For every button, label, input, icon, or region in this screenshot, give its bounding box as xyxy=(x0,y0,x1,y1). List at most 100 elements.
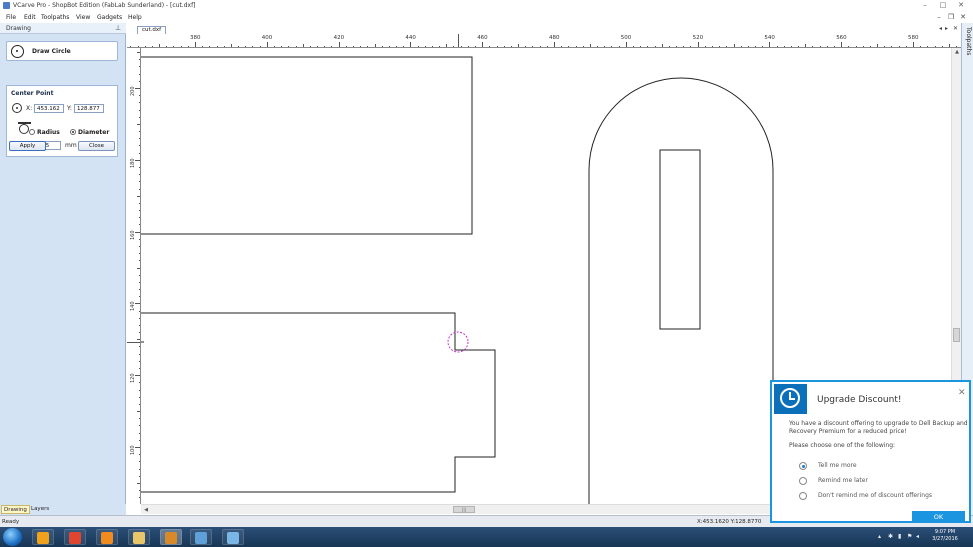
ruler-cursor-marker xyxy=(127,342,140,343)
clock-date: 3/27/2016 xyxy=(932,536,958,542)
option-dont-remind[interactable]: Don't remind me of discount offerings xyxy=(799,492,959,501)
close-button[interactable]: Close xyxy=(78,141,115,151)
vcarve-app-icon xyxy=(3,2,10,9)
center-y-input[interactable]: 128.877 xyxy=(74,104,104,113)
menu-file[interactable]: File xyxy=(6,14,16,21)
option-radio[interactable] xyxy=(799,477,807,485)
radius-label: Radius xyxy=(37,129,60,136)
tab-scroll-right-icon[interactable]: ▸ xyxy=(945,25,948,32)
ruler-label: 140 xyxy=(130,301,136,312)
taskbar-app-4[interactable] xyxy=(160,529,182,545)
tray-flag-icon[interactable]: ⚑ xyxy=(907,533,912,540)
option-radio[interactable] xyxy=(799,462,807,470)
taskbar-clock[interactable]: 9:07 PM 3/27/2016 xyxy=(925,529,965,543)
popup-close-icon[interactable]: ✕ xyxy=(958,388,966,398)
cursor-coordinates: X:453.1620 Y:128.8770 xyxy=(697,519,762,525)
taskbar-app-6[interactable] xyxy=(222,529,244,545)
diameter-label: Diameter xyxy=(78,129,110,136)
document-tab-bar: cut.dxf ◂ ▸ ✕ xyxy=(127,23,961,34)
tab-scroll-left-icon[interactable]: ◂ xyxy=(939,25,942,32)
tool-name: Draw Circle xyxy=(32,48,71,55)
menu-toolpaths[interactable]: Toolpaths xyxy=(41,14,69,21)
ruler-label: 420 xyxy=(333,35,345,41)
window-title: VCarve Pro - ShopBot Edition (FabLab Sun… xyxy=(13,2,196,9)
option-remind-later[interactable]: Remind me later xyxy=(799,477,959,486)
circle-tool-icon xyxy=(11,45,24,58)
horizontal-scroll-thumb[interactable]: ||| xyxy=(453,506,475,513)
close-document-icon[interactable]: ✕ xyxy=(953,25,958,32)
scroll-left-icon[interactable]: ◀ xyxy=(141,505,151,515)
menu-view[interactable]: View xyxy=(76,14,90,21)
mdi-close-button[interactable]: ✕ xyxy=(958,13,968,21)
popup-prompt: Please choose one of the following: xyxy=(789,442,896,449)
ruler-label: 460 xyxy=(477,35,488,41)
option-tell-me-more[interactable]: Tell me more xyxy=(799,462,959,471)
x-label: X: xyxy=(26,105,33,112)
minimize-button[interactable]: – xyxy=(918,1,932,10)
option-label: Remind me later xyxy=(818,477,868,484)
drawing-panel-header: Drawing ⊥ xyxy=(0,23,126,34)
mdi-restore-button[interactable]: ❐ xyxy=(946,13,956,21)
menu-edit[interactable]: Edit xyxy=(24,14,36,21)
taskbar-app-5[interactable] xyxy=(190,529,212,545)
ruler-label: 580 xyxy=(908,35,919,41)
menu-gadgets[interactable]: Gadgets xyxy=(97,14,122,21)
horizontal-ruler: 380 400 420 440 460 480 500 520 540 560 580 xyxy=(127,34,961,48)
title-bar: VCarve Pro - ShopBot Edition (FabLab Sun… xyxy=(0,0,973,12)
ruler-label: 180 xyxy=(130,158,136,168)
diameter-radio[interactable] xyxy=(70,129,76,135)
ruler-label: 200 xyxy=(130,86,136,96)
radius-radio[interactable] xyxy=(29,129,35,135)
tray-bluetooth-icon[interactable]: ✱ xyxy=(888,533,893,540)
option-label: Tell me more xyxy=(818,462,857,469)
toolpaths-panel-label[interactable]: Toolpaths xyxy=(965,27,972,55)
tray-arrow-icon[interactable]: ▴ xyxy=(878,533,881,540)
vertical-scroll-thumb[interactable] xyxy=(953,328,960,342)
pin-icon[interactable]: ⊥ xyxy=(115,24,121,32)
popup-clock-icon xyxy=(774,384,807,414)
tray-volume-icon[interactable]: ◂ xyxy=(916,533,919,540)
left-panel-tabs: Drawing Layers xyxy=(0,504,126,515)
maximize-button[interactable]: □ xyxy=(936,1,950,10)
ruler-label: 480 xyxy=(549,35,560,41)
app-icon xyxy=(227,532,239,544)
taskbar-app-0[interactable] xyxy=(32,529,54,545)
tray-power-icon[interactable]: ▮ xyxy=(898,533,901,540)
center-point-title: Center Point xyxy=(11,90,54,97)
tab-layers[interactable]: Layers xyxy=(29,505,51,514)
status-ready: Ready xyxy=(2,519,20,525)
upgrade-discount-popup: Upgrade Discount! ✕ You have a discount … xyxy=(770,380,971,523)
mdi-minimize-button[interactable]: – xyxy=(934,13,944,21)
center-x-input[interactable]: 453.162 xyxy=(34,104,64,113)
ruler-label: 500 xyxy=(620,35,632,41)
ruler-cursor-marker xyxy=(458,34,459,47)
drawing-panel-title: Drawing xyxy=(6,25,31,32)
rectangle-top-left xyxy=(141,56,473,235)
tab-drawing[interactable]: Drawing xyxy=(1,505,30,514)
menu-help[interactable]: Help xyxy=(128,14,142,21)
ruler-label: 400 xyxy=(261,35,273,41)
taskbar-app-3[interactable] xyxy=(128,529,150,545)
drawing-panel: Drawing ⊥ Draw Circle Center Point X: 45… xyxy=(0,23,126,504)
rounded-slot-outline xyxy=(588,77,774,504)
document-tab[interactable]: cut.dxf xyxy=(137,26,167,34)
close-window-button[interactable]: ✕ xyxy=(954,1,968,10)
y-label: Y: xyxy=(67,105,72,112)
apply-button[interactable]: Apply xyxy=(9,141,46,151)
vcarve-icon xyxy=(165,532,177,544)
option-radio[interactable] xyxy=(799,492,807,500)
taskbar-app-1[interactable] xyxy=(64,529,86,545)
popup-message: You have a discount offering to upgrade … xyxy=(789,420,968,435)
vertical-ruler: 200 180 160 140 120 100 xyxy=(127,48,141,504)
popup-ok-button[interactable]: OK xyxy=(912,511,965,523)
popup-title: Upgrade Discount! xyxy=(817,395,902,405)
stepped-part-outline xyxy=(141,312,496,493)
ruler-label: 560 xyxy=(836,35,847,41)
firefox-icon xyxy=(101,532,113,544)
inner-slot-rectangle xyxy=(659,149,701,330)
start-button[interactable] xyxy=(3,528,22,546)
ruler-label: 120 xyxy=(130,373,136,384)
center-point-icon xyxy=(12,103,22,113)
ruler-label: 160 xyxy=(130,230,136,240)
taskbar-app-2[interactable] xyxy=(96,529,118,545)
